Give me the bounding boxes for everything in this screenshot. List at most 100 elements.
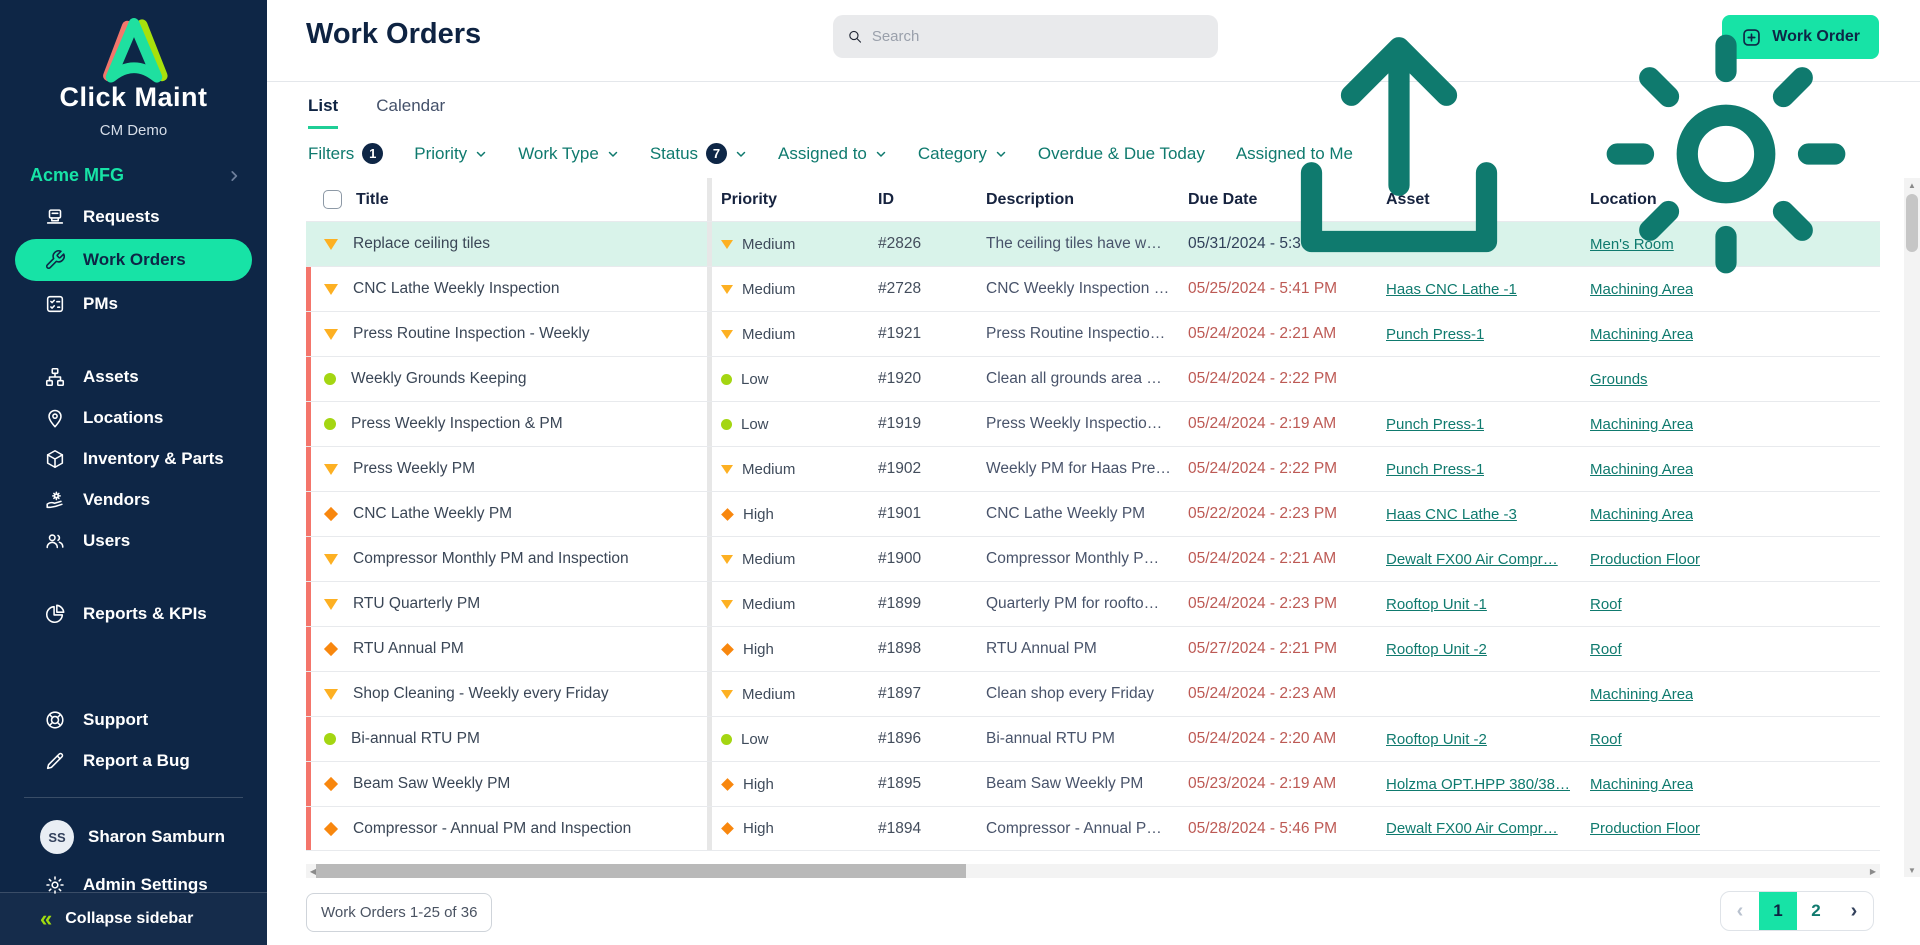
- work-order-description: Weekly PM for Haas Pre…: [975, 447, 1180, 491]
- filter-item[interactable]: Work Type: [518, 144, 619, 164]
- asset-link[interactable]: Dewalt FX00 Air Compr…: [1386, 551, 1558, 568]
- work-order-id: #2826: [860, 222, 975, 266]
- location-link[interactable]: Roof: [1590, 731, 1622, 748]
- location-link[interactable]: Machining Area: [1590, 686, 1693, 703]
- table-row[interactable]: Compressor Monthly PM and Inspection Med…: [306, 536, 1880, 581]
- sidebar-item[interactable]: Support: [0, 699, 267, 740]
- table-row[interactable]: Press Weekly PM Medium #1902 Weekly PM f…: [306, 446, 1880, 491]
- filter-item[interactable]: Priority: [414, 144, 487, 164]
- work-order-id: #1919: [860, 402, 975, 446]
- location-link[interactable]: Roof: [1590, 641, 1622, 658]
- sidebar-item[interactable]: Vendors: [0, 479, 267, 520]
- location-cell: Machining Area: [1584, 762, 1880, 806]
- location-link[interactable]: Grounds: [1590, 371, 1648, 388]
- asset-link[interactable]: Rooftop Unit -2: [1386, 641, 1487, 658]
- filter-item[interactable]: Category: [918, 144, 1007, 164]
- asset-link[interactable]: Punch Press-1: [1386, 416, 1484, 433]
- work-order-id: #1894: [860, 807, 975, 850]
- brand-subtitle: CM Demo: [0, 122, 267, 139]
- search-input[interactable]: [872, 28, 1204, 45]
- due-date: 05/24/2024 - 2:22 PM: [1180, 357, 1380, 401]
- search-icon: [847, 28, 863, 45]
- page-button[interactable]: 2: [1797, 892, 1835, 930]
- sidebar-item[interactable]: Users: [0, 520, 267, 561]
- column-label: Title: [356, 191, 389, 209]
- sidebar-item[interactable]: Locations: [0, 397, 267, 438]
- asset-link[interactable]: Haas CNC Lathe -3: [1386, 506, 1517, 523]
- vertical-scrollbar-thumb[interactable]: [1906, 194, 1918, 252]
- select-all-checkbox[interactable]: [323, 190, 342, 209]
- asset-link[interactable]: Rooftop Unit -1: [1386, 596, 1487, 613]
- chevron-right-icon: [227, 169, 241, 183]
- tab-label: Calendar: [376, 96, 445, 116]
- due-date: 05/23/2024 - 2:19 AM: [1180, 762, 1380, 806]
- collapse-sidebar-button[interactable]: « Collapse sidebar: [0, 892, 267, 945]
- user-menu[interactable]: SS Sharon Samburn: [0, 814, 267, 860]
- filter-item[interactable]: Assigned to: [778, 144, 887, 164]
- location-link[interactable]: Production Floor: [1590, 551, 1700, 568]
- sidebar-item[interactable]: Work Orders: [15, 239, 252, 281]
- vertical-scrollbar[interactable]: ▲ ▼: [1904, 178, 1920, 877]
- pie-chart-icon: [44, 603, 66, 625]
- location-link[interactable]: Machining Area: [1590, 506, 1693, 523]
- asset-link[interactable]: Rooftop Unit -2: [1386, 731, 1487, 748]
- location-link[interactable]: Machining Area: [1590, 776, 1693, 793]
- sidebar-item[interactable]: PMs: [0, 283, 267, 324]
- table-row[interactable]: CNC Lathe Weekly PM High #1901 CNC Lathe…: [306, 491, 1880, 536]
- gear-icon[interactable]: [1576, 4, 1876, 304]
- table-row[interactable]: Shop Cleaning - Weekly every Friday Medi…: [306, 671, 1880, 716]
- chevron-right-icon[interactable]: ›: [1835, 892, 1873, 930]
- table-row[interactable]: Compressor - Annual PM and Inspection Hi…: [306, 806, 1880, 851]
- table-row[interactable]: Bi-annual RTU PM Low #1896 Bi-annual RTU…: [306, 716, 1880, 761]
- pagination: ‹ 1 2 ›: [1720, 891, 1874, 931]
- scroll-right-icon[interactable]: ▶: [1866, 864, 1880, 878]
- table-row[interactable]: Press Routine Inspection - Weekly Medium…: [306, 311, 1880, 356]
- asset-link[interactable]: Punch Press-1: [1386, 326, 1484, 343]
- scroll-down-icon[interactable]: ▼: [1904, 863, 1920, 877]
- sidebar-item[interactable]: Report a Bug: [0, 740, 267, 781]
- filter-item[interactable]: Overdue & Due Today: [1038, 144, 1205, 164]
- location-link[interactable]: Roof: [1590, 596, 1622, 613]
- chevron-down-icon: [735, 148, 747, 160]
- overdue-indicator: [306, 762, 311, 806]
- priority-icon: [324, 733, 336, 745]
- location-link[interactable]: Machining Area: [1590, 326, 1693, 343]
- page-button[interactable]: 1: [1759, 892, 1797, 930]
- title-cell: CNC Lathe Weekly Inspection: [306, 267, 707, 311]
- export-icon[interactable]: [1249, 4, 1549, 304]
- location-link[interactable]: Machining Area: [1590, 461, 1693, 478]
- asset-link[interactable]: Punch Press-1: [1386, 461, 1484, 478]
- location-link[interactable]: Production Floor: [1590, 820, 1700, 837]
- tab[interactable]: Calendar: [376, 82, 445, 129]
- sidebar-item[interactable]: Inventory & Parts: [0, 438, 267, 479]
- horizontal-scrollbar-thumb[interactable]: [316, 864, 966, 878]
- filter-item[interactable]: Status 7: [650, 143, 747, 164]
- asset-cell: Punch Press-1: [1380, 447, 1584, 491]
- overdue-indicator: [306, 717, 311, 761]
- table-row[interactable]: Press Weekly Inspection & PM Low #1919 P…: [306, 401, 1880, 446]
- sidebar-item-label: Locations: [83, 408, 163, 428]
- tab[interactable]: List: [308, 82, 338, 129]
- org-switcher[interactable]: Acme MFG: [30, 165, 241, 186]
- title-cell: Press Weekly Inspection & PM: [306, 402, 707, 446]
- asset-cell: Holzma OPT.HPP 380/38…: [1380, 762, 1584, 806]
- sidebar-item[interactable]: Assets: [0, 356, 267, 397]
- box-icon: [44, 448, 66, 470]
- horizontal-scrollbar[interactable]: ◀ ▶: [306, 864, 1880, 878]
- table-row[interactable]: Beam Saw Weekly PM High #1895 Beam Saw W…: [306, 761, 1880, 806]
- location-link[interactable]: Machining Area: [1590, 416, 1693, 433]
- table-row[interactable]: RTU Annual PM High #1898 RTU Annual PM 0…: [306, 626, 1880, 671]
- chevron-left-icon[interactable]: ‹: [1721, 892, 1759, 930]
- table-row[interactable]: Weekly Grounds Keeping Low #1920 Clean a…: [306, 356, 1880, 401]
- sidebar-item[interactable]: Reports & KPIs: [0, 593, 267, 634]
- overdue-indicator: [306, 267, 311, 311]
- filter-item[interactable]: Filters 1: [308, 143, 383, 164]
- asset-link[interactable]: Dewalt FX00 Air Compr…: [1386, 820, 1558, 837]
- sidebar-item[interactable]: Requests: [0, 196, 267, 237]
- scroll-up-icon[interactable]: ▲: [1904, 178, 1920, 192]
- asset-link[interactable]: Holzma OPT.HPP 380/38…: [1386, 776, 1570, 793]
- priority-icon: [721, 690, 733, 699]
- overdue-indicator: [306, 492, 311, 536]
- title-cell: Weekly Grounds Keeping: [306, 357, 707, 401]
- table-row[interactable]: RTU Quarterly PM Medium #1899 Quarterly …: [306, 581, 1880, 626]
